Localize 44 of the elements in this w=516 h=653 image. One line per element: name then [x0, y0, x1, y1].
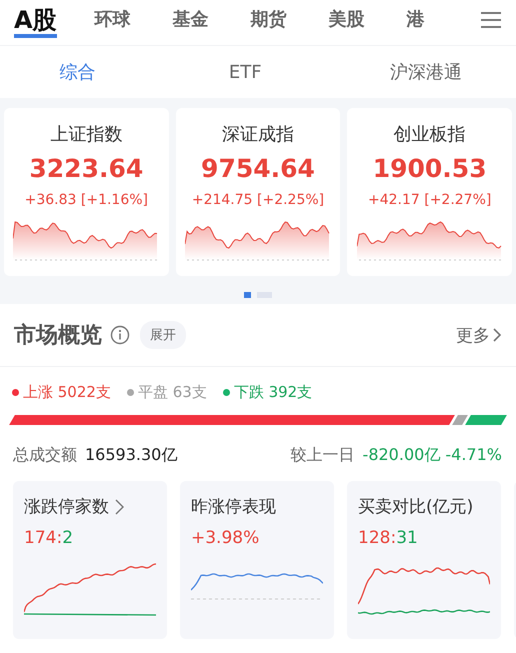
expand-button[interactable]: 展开 — [140, 321, 186, 349]
sub-tab[interactable]: 沪深港通 — [390, 60, 462, 84]
breadth-label: 下跌 392支 — [222, 382, 312, 402]
menu-icon[interactable] — [480, 11, 502, 29]
stat-value: 174:2 — [24, 528, 74, 548]
card-title: 昨涨停表现 — [191, 496, 276, 518]
market-tab[interactable]: 美股 — [328, 0, 365, 38]
index-change: +42.17 [+2.27%] — [368, 192, 492, 208]
sub-tab[interactable]: 综合 — [60, 60, 96, 84]
index-card[interactable]: 上证指数 3223.64 +36.83 [+1.16%] — [4, 108, 169, 276]
stat-card[interactable]: 昨涨停表现 +3.98% — [180, 481, 334, 639]
market-tab[interactable]: 环球 — [94, 0, 131, 38]
index-value: 1900.53 — [372, 154, 487, 183]
index-card[interactable]: 创业板指 1900.53 +42.17 [+2.27%] — [347, 108, 512, 276]
turnover-value: 16593.30亿 — [85, 445, 178, 466]
sub-tab[interactable]: ETF — [228, 62, 262, 82]
compare-label: 较上一日 — [290, 445, 355, 466]
turnover-label: 总成交额 — [13, 445, 77, 466]
index-change: +214.75 [+2.25%] — [192, 192, 324, 208]
stat-card[interactable]: 涨跌停家数 174:2 — [13, 481, 167, 639]
index-name: 深证成指 — [222, 123, 294, 146]
info-icon[interactable] — [110, 325, 130, 345]
card-title: 涨跌停家数 — [24, 496, 109, 518]
market-tab[interactable]: 期货 — [250, 0, 287, 38]
market-tab[interactable]: 基金 — [172, 0, 209, 38]
index-name: 上证指数 — [50, 123, 122, 146]
index-value: 9754.64 — [201, 154, 315, 183]
breadth-label: 上涨 5022支 — [12, 382, 111, 402]
compare-value: -820.00亿 -4.71% — [362, 445, 502, 466]
more-link[interactable]: 更多 — [456, 324, 502, 346]
index-card[interactable]: 深证成指 9754.64 +214.75 [+2.25%] — [176, 108, 340, 276]
market-tab[interactable]: 港 — [406, 0, 425, 38]
stat-value: 128:31 — [358, 528, 419, 548]
card-title: 买卖对比(亿元) — [358, 496, 474, 518]
index-change: +36.83 [+1.16%] — [24, 192, 148, 208]
index-name: 创业板指 — [394, 123, 466, 146]
stat-card[interactable]: 买卖对比(亿元) 128:31 — [347, 481, 501, 639]
chevron-icon — [492, 327, 502, 343]
market-tab[interactable]: A股 — [14, 0, 57, 38]
stat-value: +3.98% — [191, 528, 260, 548]
breadth-label: 平盘 63支 — [126, 382, 207, 402]
index-value: 3223.64 — [29, 154, 144, 183]
chevron-icon[interactable] — [115, 498, 124, 514]
section-title: 市场概览 — [14, 322, 102, 350]
